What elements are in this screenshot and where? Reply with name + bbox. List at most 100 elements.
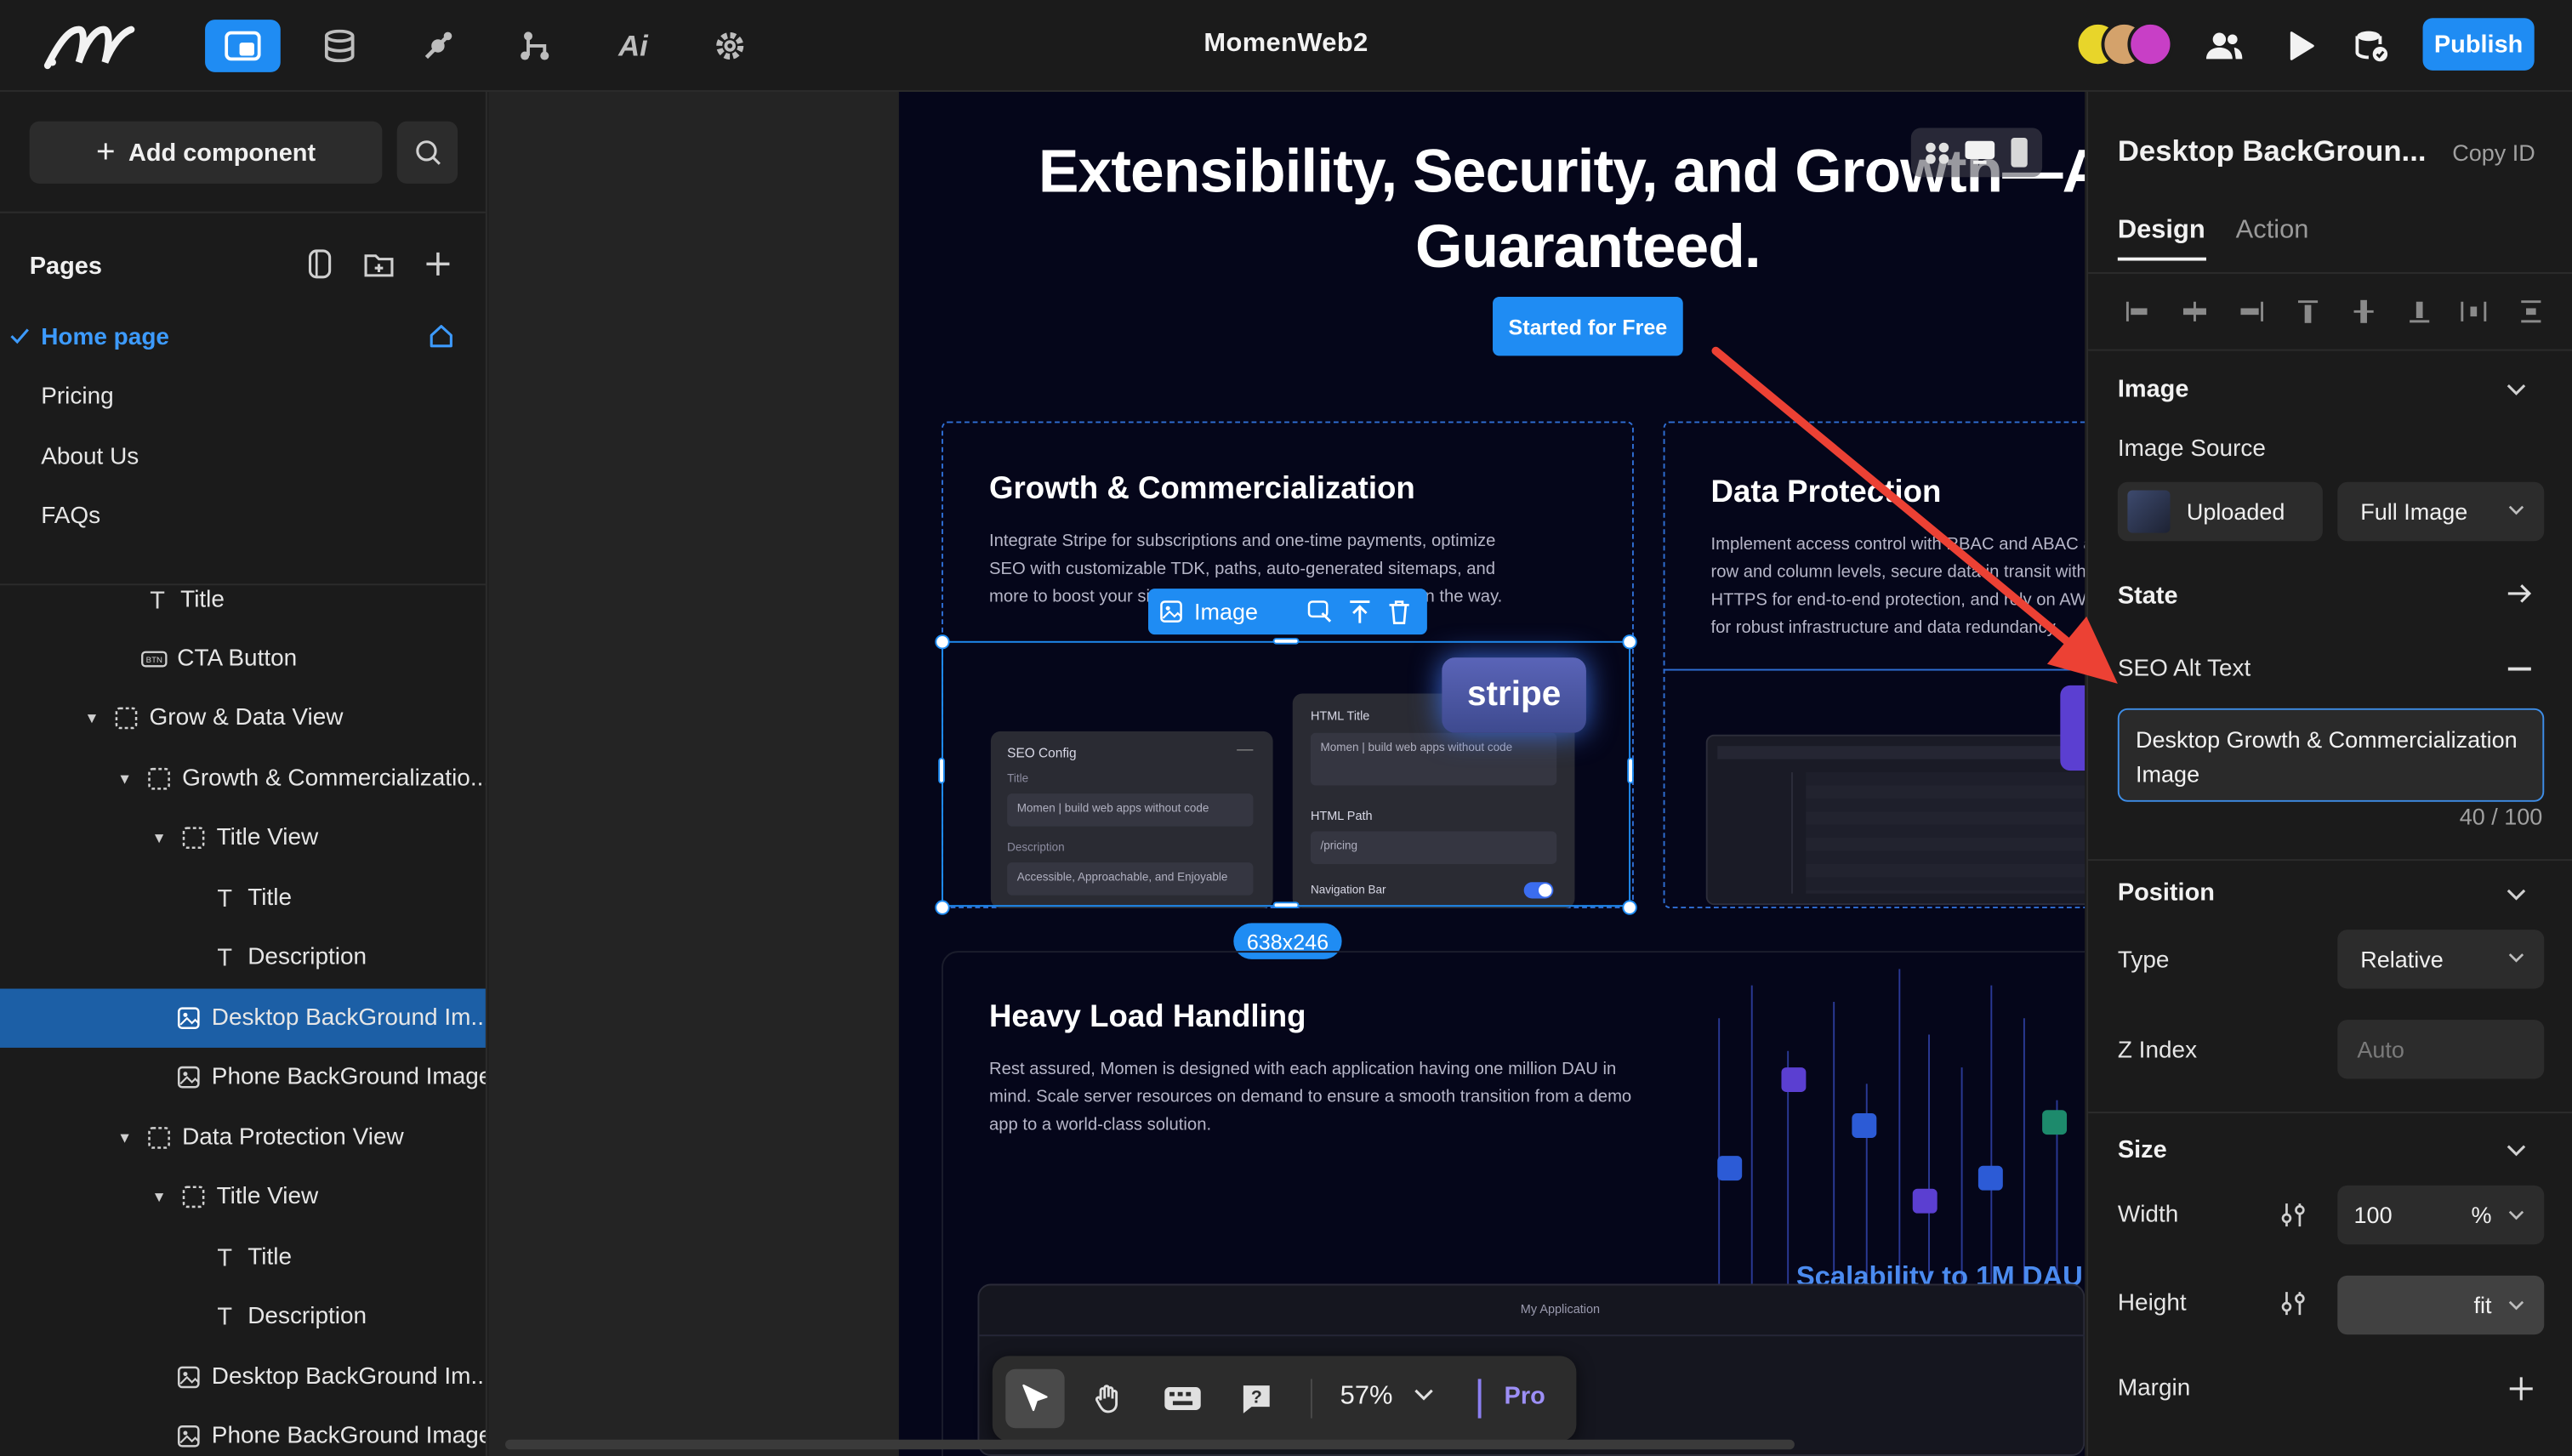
resize-handle[interactable] xyxy=(1272,901,1300,909)
seo-alt-label: SEO Alt Text xyxy=(2117,656,2251,683)
tree-item-cta-button[interactable]: BTN CTA Button xyxy=(0,629,486,688)
page-layout-icon[interactable] xyxy=(305,249,335,279)
cta-button[interactable]: Started for Free xyxy=(1493,296,1683,356)
tree-item-growth-commercialization[interactable]: ▼ Growth & Commercializatio... xyxy=(0,749,486,808)
card-description[interactable]: Implement access control with RBAC and A… xyxy=(1711,532,2085,643)
select-tool-icon[interactable] xyxy=(1005,1368,1065,1429)
sliders-icon[interactable] xyxy=(2280,1202,2307,1228)
chevron-down-icon[interactable] xyxy=(2507,889,2526,901)
height-input[interactable]: fit xyxy=(2337,1275,2545,1335)
pro-badge[interactable]: Pro xyxy=(1505,1382,1545,1410)
tree-item-title[interactable]: T Title xyxy=(0,571,486,629)
tree-item-description[interactable]: T Description xyxy=(0,928,486,987)
resize-handle[interactable] xyxy=(1622,634,1637,650)
page-item-faqs[interactable]: FAQs xyxy=(41,503,100,530)
tree-item-title[interactable]: T Title xyxy=(0,1228,486,1287)
alignment-toolbar[interactable] xyxy=(2118,295,2547,328)
phone-icon[interactable] xyxy=(2010,136,2029,169)
horizontal-scrollbar[interactable] xyxy=(505,1439,1795,1450)
tree-item-desktop-background-image[interactable]: Desktop BackGround Im... xyxy=(0,1348,486,1407)
caret-down-icon[interactable]: ▼ xyxy=(151,830,167,846)
card-title[interactable]: Data Protection xyxy=(1711,475,1942,511)
tree-item-desktop-background-image[interactable]: Desktop BackGround Im... xyxy=(0,988,486,1048)
device-switcher[interactable] xyxy=(1910,128,2043,178)
collaborator-avatars[interactable] xyxy=(2074,21,2177,68)
svg-text:BTN: BTN xyxy=(146,656,162,665)
card-title[interactable]: Heavy Load Handling xyxy=(989,1000,1306,1036)
page-item-pricing[interactable]: Pricing xyxy=(41,384,113,410)
plus-icon[interactable] xyxy=(2508,1376,2535,1402)
grid-icon[interactable] xyxy=(1924,141,1950,164)
caret-down-icon[interactable]: ▼ xyxy=(117,771,133,787)
z-index-input[interactable]: Auto xyxy=(2337,1020,2545,1079)
tree-item-data-protection-view[interactable]: ▼ Data Protection View xyxy=(0,1108,486,1167)
delete-icon[interactable] xyxy=(1387,599,1410,625)
avatar[interactable] xyxy=(2127,21,2174,68)
width-input[interactable]: 100 % xyxy=(2337,1185,2545,1245)
image-mode-select[interactable]: Full Image xyxy=(2337,481,2545,542)
select-parent-icon[interactable] xyxy=(1307,599,1334,625)
hand-tool-icon[interactable] xyxy=(1079,1369,1138,1428)
selection-outline[interactable] xyxy=(942,640,1631,907)
tree-item-phone-background-image[interactable]: Phone BackGround Image xyxy=(0,1407,486,1456)
caret-down-icon[interactable]: ▼ xyxy=(117,1129,133,1146)
tree-item-description[interactable]: T Description xyxy=(0,1287,486,1345)
chevron-down-icon[interactable] xyxy=(2507,1145,2526,1157)
resize-handle[interactable] xyxy=(1622,900,1637,915)
design-canvas[interactable]: Extensibility, Security, and Growth—All … xyxy=(488,91,2085,1456)
caret-down-icon[interactable]: ▼ xyxy=(83,710,100,726)
tree-item-title[interactable]: T Title xyxy=(0,869,486,928)
card-title[interactable]: Growth & Commercialization xyxy=(989,472,1415,508)
database-check-icon[interactable] xyxy=(2336,20,2408,72)
copy-id-button[interactable]: Copy ID xyxy=(2452,139,2535,166)
hero-title[interactable]: Extensibility, Security, and Growth—All … xyxy=(899,134,2085,285)
card-description[interactable]: Rest assured, Momen is designed with eac… xyxy=(989,1056,1645,1140)
add-folder-icon[interactable] xyxy=(364,249,394,279)
users-icon[interactable] xyxy=(2188,20,2261,72)
preview-play-icon[interactable] xyxy=(2265,20,2337,72)
resize-handle[interactable] xyxy=(1627,757,1634,784)
add-component-button[interactable]: + Add component xyxy=(29,121,383,184)
resize-handle[interactable] xyxy=(935,634,950,650)
publish-button[interactable]: Publish xyxy=(2422,18,2535,71)
seo-alt-textarea[interactable]: Desktop Growth & Commercialization Image xyxy=(2117,708,2545,802)
resize-handle[interactable] xyxy=(938,757,945,784)
chevron-down-icon[interactable] xyxy=(1414,1389,1433,1402)
width-unit[interactable]: % xyxy=(2472,1202,2492,1228)
page-frame[interactable]: Extensibility, Security, and Growth—All … xyxy=(898,91,2085,1456)
decorative-badge xyxy=(2060,685,2085,771)
tree-item-label: Title xyxy=(248,885,293,912)
image-icon xyxy=(1160,600,1182,623)
position-type-select[interactable]: Relative xyxy=(2337,930,2545,989)
tree-item-label: Title View xyxy=(216,824,319,851)
position-type-value: Relative xyxy=(2360,946,2444,973)
help-icon[interactable]: ? xyxy=(1227,1369,1286,1428)
desktop-icon[interactable] xyxy=(1964,139,1997,166)
page-item-about-us[interactable]: About Us xyxy=(41,444,139,470)
size-section-title[interactable]: Size xyxy=(2118,1136,2167,1164)
search-button[interactable] xyxy=(396,121,458,184)
tree-item-phone-background-image[interactable]: Phone BackGround Image xyxy=(0,1048,486,1106)
keyboard-icon[interactable] xyxy=(1153,1369,1212,1428)
home-icon[interactable] xyxy=(428,323,454,350)
tab-design[interactable]: Design xyxy=(2118,216,2205,246)
tree-item-title-view[interactable]: ▼ Title View xyxy=(0,1168,486,1226)
position-section-title[interactable]: Position xyxy=(2118,879,2215,907)
add-page-icon[interactable] xyxy=(424,249,453,279)
tree-item-grow-data-view[interactable]: ▼ Grow & Data View xyxy=(0,689,486,748)
tab-action[interactable]: Action xyxy=(2236,216,2309,246)
resize-handle[interactable] xyxy=(935,900,950,915)
image-section-title[interactable]: Image xyxy=(2118,375,2189,403)
resize-handle[interactable] xyxy=(1272,637,1300,645)
chevron-down-icon[interactable] xyxy=(2507,384,2526,396)
tree-item-title-view[interactable]: ▼ Title View xyxy=(0,808,486,867)
move-up-icon[interactable] xyxy=(1348,599,1371,625)
minus-icon[interactable] xyxy=(2507,667,2531,670)
caret-down-icon[interactable]: ▼ xyxy=(151,1189,167,1205)
sliders-icon[interactable] xyxy=(2280,1290,2307,1317)
state-label[interactable]: State xyxy=(2118,582,2178,610)
zoom-level[interactable]: 57% xyxy=(1340,1382,1393,1412)
arrow-right-icon[interactable] xyxy=(2507,582,2533,605)
image-source-button[interactable]: Uploaded xyxy=(2117,481,2323,542)
page-item-home[interactable]: Home page xyxy=(41,325,169,351)
